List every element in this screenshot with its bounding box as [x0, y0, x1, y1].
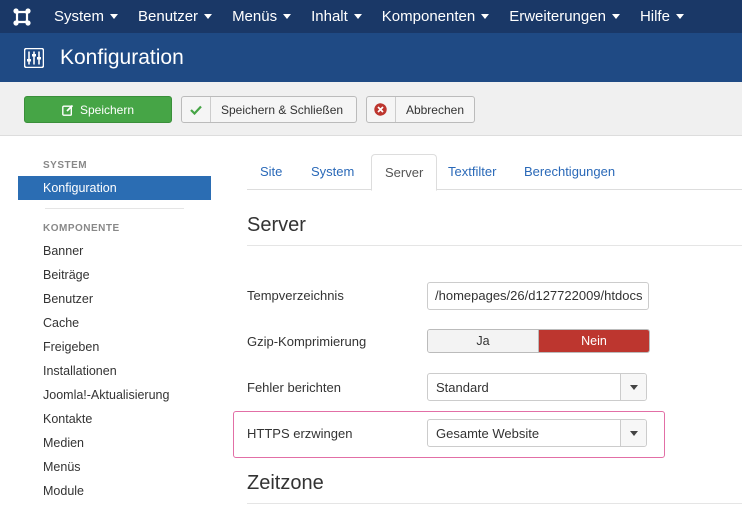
chevron-down-icon — [675, 14, 684, 19]
nav-menu-help[interactable]: Hilfe — [630, 0, 694, 33]
sidebar-item-contacts[interactable]: Kontakte — [18, 407, 211, 431]
edit-icon — [62, 104, 74, 116]
chevron-down-icon — [620, 420, 646, 446]
nav-menu-components[interactable]: Komponenten — [372, 0, 499, 33]
nav-menu-content[interactable]: Inhalt — [301, 0, 372, 33]
tab-server[interactable]: Server — [371, 154, 438, 191]
save-button[interactable]: Speichern — [24, 96, 172, 123]
sidebar-item-users[interactable]: Benutzer — [18, 287, 211, 311]
sidebar-item-cache[interactable]: Cache — [18, 311, 211, 335]
tab-system[interactable]: System — [298, 154, 367, 190]
force-https-label: HTTPS erzwingen — [247, 426, 353, 441]
cancel-circle-icon — [374, 103, 388, 116]
section-title-server: Server — [247, 214, 742, 246]
temp-folder-input[interactable]: /homepages/26/d127722009/htdocs — [427, 282, 649, 310]
error-reporting-value: Standard — [436, 379, 489, 395]
toolbar: Speichern Speichern & Schließen Abbreche… — [0, 82, 742, 136]
chevron-down-icon — [611, 14, 620, 19]
chevron-down-icon — [283, 14, 292, 19]
gzip-label: Gzip-Komprimierung — [247, 334, 367, 349]
save-close-button[interactable]: Speichern & Schließen — [181, 96, 357, 123]
sidebar-item-configuration[interactable]: Konfiguration — [18, 176, 211, 200]
force-https-value: Gesamte Website — [436, 425, 540, 441]
tab-site[interactable]: Site — [247, 154, 295, 190]
error-reporting-label: Fehler berichten — [247, 380, 341, 395]
save-button-label: Speichern — [79, 102, 135, 117]
sidebar-divider — [45, 208, 184, 209]
sidebar-item-media[interactable]: Medien — [18, 431, 211, 455]
sidebar-item-installations[interactable]: Installationen — [18, 359, 211, 383]
nav-menu-extensions[interactable]: Erweiterungen — [499, 0, 630, 33]
gzip-no-option[interactable]: Nein — [539, 330, 649, 352]
sidebar-item-modules[interactable]: Module — [18, 479, 211, 503]
chevron-down-icon — [353, 14, 362, 19]
sidebar: SYSTEM Konfiguration KOMPONENTE Banner B… — [18, 156, 211, 503]
top-navbar: System Benutzer Menüs Inhalt Komponenten… — [0, 0, 742, 33]
sidebar-heading-system: SYSTEM — [43, 160, 88, 171]
page-header: Konfiguration — [0, 33, 742, 82]
error-reporting-select[interactable]: Standard — [427, 373, 647, 401]
cancel-button-label: Abbrechen — [405, 102, 464, 117]
cancel-button[interactable]: Abbrechen — [366, 96, 475, 123]
chevron-down-icon — [481, 14, 490, 19]
gzip-yes-option[interactable]: Ja — [428, 330, 539, 352]
joomla-logo-icon[interactable] — [0, 0, 44, 33]
chevron-down-icon — [204, 14, 213, 19]
page-title: Konfiguration — [60, 45, 184, 69]
chevron-down-icon — [620, 374, 646, 400]
check-icon — [190, 105, 202, 115]
sidebar-item-banner[interactable]: Banner — [18, 239, 211, 263]
equalizer-icon — [24, 47, 44, 68]
tab-permissions[interactable]: Berechtigungen — [511, 154, 628, 190]
save-close-button-label: Speichern & Schließen — [221, 102, 344, 117]
nav-menu-system[interactable]: System — [44, 0, 128, 33]
gzip-toggle: Ja Nein — [427, 329, 650, 353]
force-https-select[interactable]: Gesamte Website — [427, 419, 647, 447]
nav-menu-menus[interactable]: Menüs — [222, 0, 301, 33]
sidebar-item-articles[interactable]: Beiträge — [18, 263, 211, 287]
sidebar-heading-components: KOMPONENTE — [43, 223, 120, 234]
tab-text-filters[interactable]: Textfilter — [435, 154, 509, 190]
sidebar-item-check-in[interactable]: Freigeben — [18, 335, 211, 359]
sidebar-item-joomla-update[interactable]: Joomla!-Aktualisierung — [18, 383, 211, 407]
section-title-timezone: Zeitzone — [247, 472, 742, 504]
temp-folder-label: Tempverzeichnis — [247, 288, 344, 303]
nav-menu-users[interactable]: Benutzer — [128, 0, 222, 33]
sidebar-item-menus[interactable]: Menüs — [18, 455, 211, 479]
config-tabs: Site System Server Textfilter Berechtigu… — [247, 154, 742, 191]
chevron-down-icon — [110, 14, 119, 19]
